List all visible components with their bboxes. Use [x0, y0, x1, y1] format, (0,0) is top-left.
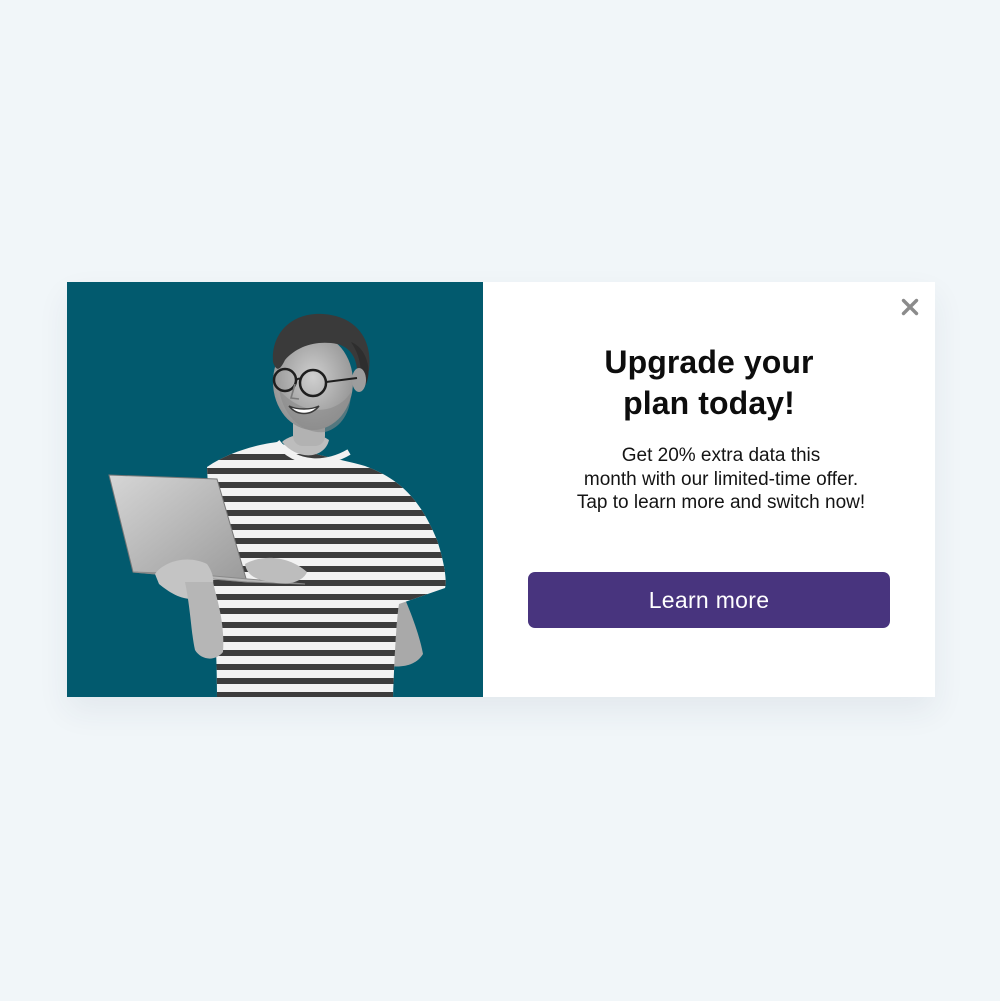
promo-modal: Upgrade your plan today! Get 20% extra d…: [67, 282, 935, 697]
promo-content: Upgrade your plan today! Get 20% extra d…: [483, 282, 935, 697]
close-button[interactable]: [898, 295, 922, 319]
man-with-laptop-photo: [67, 282, 483, 697]
promo-title: Upgrade your plan today!: [604, 344, 814, 421]
learn-more-button[interactable]: Learn more: [528, 572, 890, 628]
close-icon: [901, 298, 919, 316]
promo-description: Get 20% extra data this month with our l…: [576, 445, 866, 513]
hero-image: [67, 282, 483, 697]
